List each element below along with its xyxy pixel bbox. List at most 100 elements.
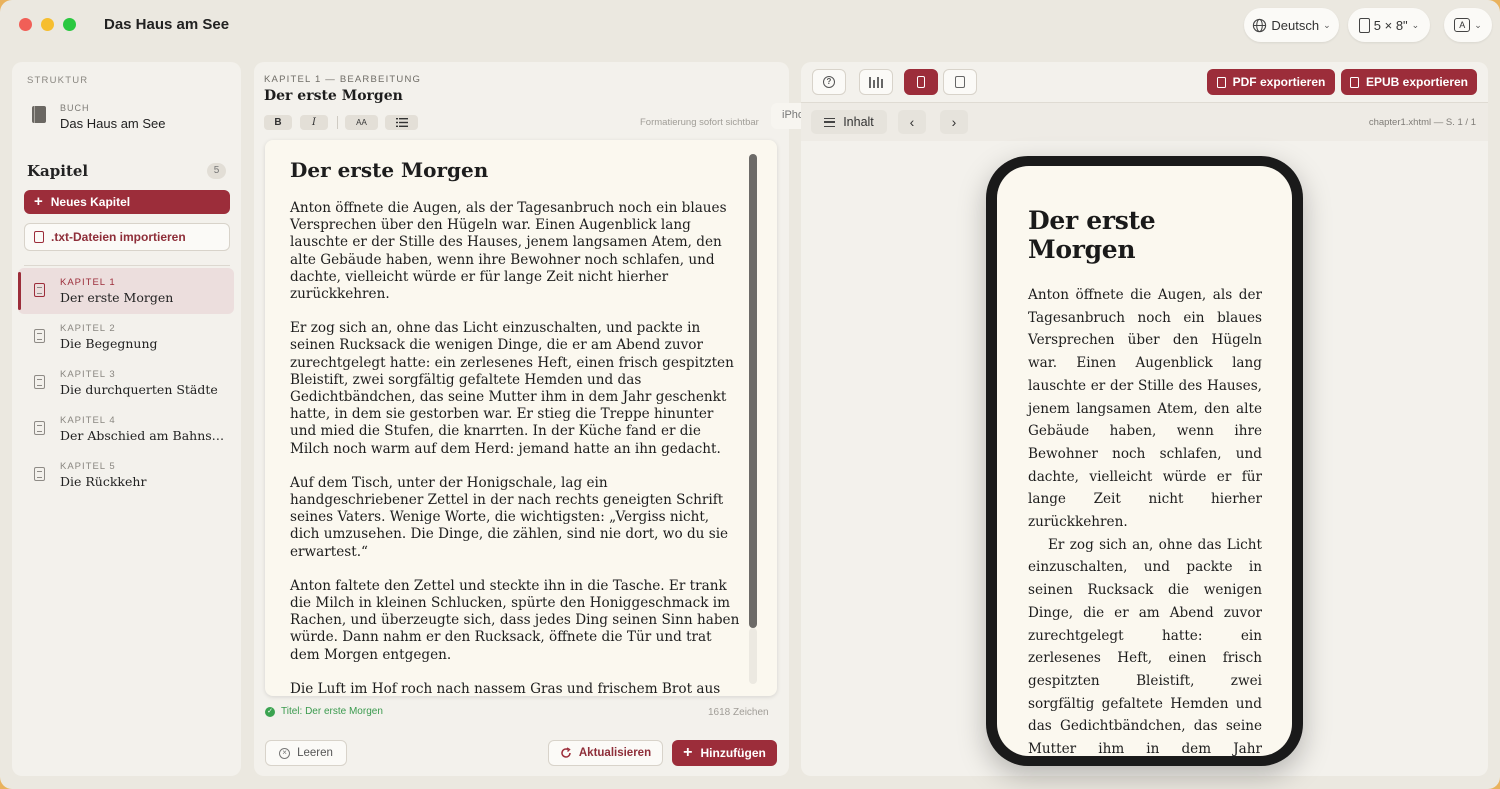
chevron-down-icon: ⌄ bbox=[1411, 19, 1420, 30]
chevron-down-icon: ⌄ bbox=[1323, 19, 1331, 30]
preview-paragraph: Er zog sich an, ohne das Licht einzuscha… bbox=[1028, 536, 1262, 756]
file-import-icon bbox=[34, 231, 44, 243]
clear-button[interactable]: × Leeren bbox=[265, 740, 347, 766]
text-format-menu[interactable]: A ⌄ bbox=[1444, 8, 1492, 42]
import-txt-button[interactable]: .txt-Dateien importieren bbox=[24, 223, 230, 251]
phone-view-button[interactable] bbox=[904, 69, 938, 95]
refresh-label: Aktualisieren bbox=[578, 747, 652, 759]
chapters-count-badge: 5 bbox=[207, 163, 226, 179]
chevron-right-icon: › bbox=[951, 114, 957, 130]
document-icon bbox=[1349, 76, 1359, 88]
toolbar-separator bbox=[337, 116, 338, 129]
divider bbox=[24, 265, 230, 266]
chapter-item-5[interactable]: KAPITEL 5 Die Rückkehr bbox=[18, 452, 234, 498]
document-icon bbox=[34, 375, 45, 389]
chapter-item-1[interactable]: KAPITEL 1 Der erste Morgen bbox=[18, 268, 234, 314]
chapter-number: KAPITEL 3 bbox=[60, 369, 116, 380]
document-icon bbox=[34, 467, 45, 481]
chevron-left-icon: ‹ bbox=[909, 114, 915, 130]
previous-page-button[interactable]: ‹ bbox=[898, 110, 926, 134]
refresh-button[interactable]: Aktualisieren bbox=[548, 740, 663, 766]
editor-paragraph: Er zog sich an, ohne das Licht einzuscha… bbox=[290, 320, 734, 457]
library-view-button[interactable] bbox=[859, 69, 893, 95]
editor-paragraph: Die Luft im Hof roch nach nassem Gras un… bbox=[290, 680, 721, 696]
export-pdf-button[interactable]: PDF exportieren bbox=[1207, 69, 1335, 95]
editor-scrollbar-track[interactable] bbox=[749, 628, 757, 684]
bold-button[interactable]: B bbox=[264, 115, 292, 130]
chapter-list: KAPITEL 1 Der erste Morgen KAPITEL 2 Die… bbox=[18, 268, 234, 498]
chapter-item-3[interactable]: KAPITEL 3 Die durchquerten Städte bbox=[18, 360, 234, 406]
next-page-button[interactable]: › bbox=[940, 110, 968, 134]
editor-scrollbar-thumb[interactable] bbox=[749, 154, 757, 628]
zoom-window-button[interactable] bbox=[63, 18, 76, 31]
title-status: ✓ Titel: Der erste Morgen bbox=[265, 706, 383, 717]
character-count: 1618 Zeichen bbox=[708, 707, 769, 718]
language-value: Deutsch bbox=[1271, 17, 1320, 33]
editor-caption: KAPITEL 1 — BEARBEITUNG bbox=[264, 74, 422, 85]
font-size-button[interactable]: AA bbox=[345, 115, 378, 130]
page-size-value: 5 × 8" bbox=[1373, 17, 1408, 33]
phone-screen[interactable]: Der erste Morgen Anton öffnete die Augen… bbox=[997, 166, 1292, 756]
document-icon bbox=[34, 283, 45, 297]
list-button[interactable] bbox=[385, 115, 418, 130]
list-icon bbox=[824, 117, 836, 127]
minimize-window-button[interactable] bbox=[41, 18, 54, 31]
sidebar: STRUKTUR BUCH Das Haus am See Kapitel 5 … bbox=[12, 62, 241, 776]
reader-location: chapter1.xhtml — S. 1 / 1 bbox=[1368, 117, 1476, 128]
globe-icon bbox=[1253, 18, 1267, 32]
phone-mockup: Der erste Morgen Anton öffnete die Augen… bbox=[986, 156, 1303, 766]
editor-panel: KAPITEL 1 — BEARBEITUNG Der erste Morgen… bbox=[254, 62, 789, 776]
tablet-view-button[interactable] bbox=[943, 69, 977, 95]
help-icon: ? bbox=[823, 76, 835, 88]
clear-label: Leeren bbox=[297, 747, 333, 759]
chapter-text-editor[interactable]: Der erste Morgen Anton öffnete die Augen… bbox=[265, 140, 777, 696]
italic-button[interactable]: I bbox=[300, 115, 328, 130]
new-chapter-button[interactable]: + Neues Kapitel bbox=[24, 190, 230, 214]
chapter-item-4[interactable]: KAPITEL 4 Der Abschied am Bahnst… bbox=[18, 406, 234, 452]
reader-toolbar: Inhalt ‹ › chapter1.xhtml — S. 1 / 1 bbox=[801, 103, 1488, 141]
app-window: Das Haus am See Deutsch ⌄ 5 × 8" ⌄ A ⌄ S… bbox=[0, 0, 1500, 789]
add-button[interactable]: + Hinzufügen bbox=[672, 740, 777, 766]
help-button[interactable]: ? bbox=[812, 69, 846, 95]
book-icon bbox=[32, 106, 46, 123]
editor-heading: Der erste Morgen bbox=[290, 158, 489, 182]
document-icon bbox=[34, 329, 45, 343]
chapter-item-2[interactable]: KAPITEL 2 Die Begegnung bbox=[18, 314, 234, 360]
chapter-number: KAPITEL 1 bbox=[60, 277, 116, 288]
book-item[interactable]: BUCH Das Haus am See bbox=[27, 100, 227, 134]
editor-chapter-title: Der erste Morgen bbox=[264, 88, 403, 104]
preview-heading: Der erste Morgen bbox=[1028, 206, 1156, 264]
add-label: Hinzufügen bbox=[700, 746, 766, 760]
x-circle-icon: × bbox=[279, 747, 291, 759]
export-epub-button[interactable]: EPUB exportieren bbox=[1341, 69, 1477, 95]
page-size-icon bbox=[1358, 17, 1370, 33]
import-label: .txt-Dateien importieren bbox=[51, 230, 186, 244]
window-title: Das Haus am See bbox=[104, 16, 230, 33]
plus-icon: + bbox=[683, 744, 693, 761]
editor-paragraph: Auf dem Tisch, unter der Honigschale, la… bbox=[290, 474, 729, 560]
language-select[interactable]: Deutsch ⌄ bbox=[1244, 8, 1339, 42]
plus-icon: + bbox=[34, 193, 43, 210]
chapter-title: Die Rückkehr bbox=[60, 474, 147, 489]
chapters-heading: Kapitel bbox=[27, 162, 89, 180]
titlebar: Das Haus am See Deutsch ⌄ 5 × 8" ⌄ A ⌄ bbox=[0, 0, 1500, 50]
close-window-button[interactable] bbox=[19, 18, 32, 31]
chapter-title: Die durchquerten Städte bbox=[60, 382, 218, 397]
device-tab[interactable]: iPhone bbox=[771, 103, 801, 129]
editor-paragraph: Anton öffnete die Augen, als der Tagesan… bbox=[290, 200, 727, 303]
chapter-title: Der erste Morgen bbox=[60, 290, 174, 305]
chapter-title: Der Abschied am Bahnst… bbox=[60, 428, 225, 443]
format-hint: Formatierung sofort sichtbar bbox=[640, 117, 759, 128]
phone-content: Der erste Morgen Anton öffnete die Augen… bbox=[1028, 206, 1262, 756]
preview-paragraph: Anton öffnete die Augen, als der Tagesan… bbox=[1028, 287, 1262, 531]
page-size-select[interactable]: 5 × 8" ⌄ bbox=[1348, 8, 1430, 42]
editor-content: Der erste Morgen Anton öffnete die Augen… bbox=[290, 158, 742, 696]
chapter-number: KAPITEL 2 bbox=[60, 323, 116, 334]
phone-icon bbox=[917, 76, 925, 88]
export-pdf-label: PDF exportieren bbox=[1232, 75, 1326, 89]
list-icon bbox=[395, 118, 408, 127]
chapter-number: KAPITEL 4 bbox=[60, 415, 116, 426]
chevron-down-icon: ⌄ bbox=[1474, 19, 1482, 30]
editor-paragraph: Anton faltete den Zettel und steckte ihn… bbox=[290, 577, 740, 663]
table-of-contents-button[interactable]: Inhalt bbox=[811, 110, 887, 134]
